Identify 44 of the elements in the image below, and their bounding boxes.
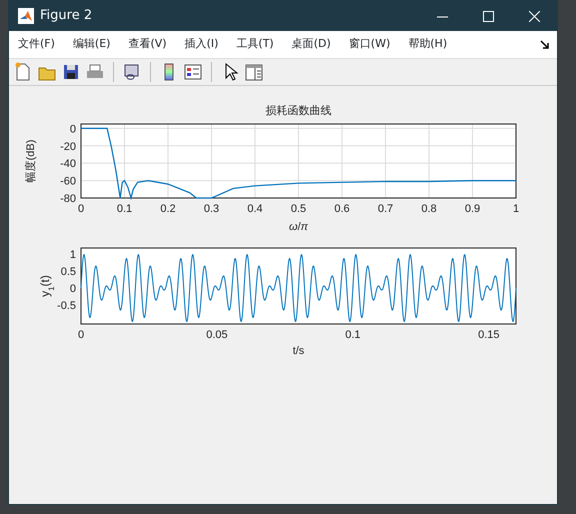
menu-item[interactable]: 窗口(W) [340,36,400,53]
close-icon [528,10,540,22]
chart-title: 损耗函数曲线 [266,105,332,117]
maximize-icon [482,10,494,22]
tick-label: 0 [78,329,84,341]
menu-item[interactable]: 帮助(H) [399,36,456,53]
legend-icon[interactable] [183,62,203,82]
tick-label: 0.4 [247,203,263,215]
tick-label: 0.5 [60,266,76,278]
tick-label: 0.6 [334,203,350,215]
menu-item[interactable]: 插入(I) [176,36,228,53]
tick-label: 0.9 [464,203,480,215]
tick-label: 0 [70,283,76,296]
tick-label: 0.05 [206,329,228,341]
tick-label: 0.8 [421,203,437,215]
property-editor-icon[interactable] [244,62,264,82]
tick-label: 0.2 [160,203,176,215]
menu-item[interactable]: 桌面(D) [282,36,340,53]
tick-label: 0 [78,203,84,215]
tick-label: -20 [60,140,76,153]
tick-label: 0.15 [478,329,500,341]
tick-label: 0.1 [345,329,361,341]
menu-item[interactable]: 编辑(E) [64,36,120,53]
axis-label: 幅度(dB) [25,140,37,182]
window-title: Figure 2 [40,7,92,26]
dock-arrow-icon[interactable] [540,40,549,49]
tick-label: -40 [60,158,76,170]
tick-label: 0.7 [378,203,394,215]
menu-item[interactable]: 查看(V) [119,36,176,53]
tick-label: 0 [70,123,76,136]
tick-label: -0.5 [57,300,76,312]
tick-label: 0.3 [204,203,220,215]
tick-label: 0.5 [290,203,306,215]
axis-label: ω/π [289,221,308,233]
menu-item[interactable]: 文件(F) [9,36,64,53]
tick-label: 1 [70,249,76,262]
tick-label: 1 [512,203,520,215]
app-logo-icon [18,8,34,24]
tick-label: 0.1 [116,203,132,215]
tick-label: -80 [60,193,76,205]
axis-label: t/s [292,345,304,357]
menu-item[interactable]: 工具(T) [227,36,283,53]
save-icon[interactable] [61,62,81,82]
tick-label: -60 [60,176,76,188]
